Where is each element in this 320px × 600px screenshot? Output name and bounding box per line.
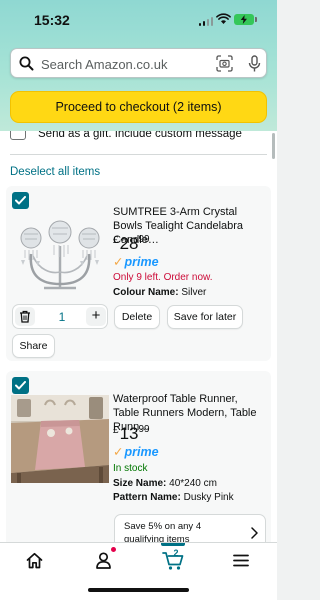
camera-scan-icon[interactable] (216, 55, 233, 72)
save-for-later-button[interactable]: Save for later (167, 305, 243, 329)
promo-text: Save 5% on any 4 qualifying items (124, 521, 202, 542)
microphone-icon[interactable] (248, 55, 261, 73)
deselect-all-link[interactable]: Deselect all items (10, 166, 100, 178)
wifi-icon (216, 13, 231, 24)
checkmark-icon (15, 381, 26, 390)
account-icon (96, 552, 111, 569)
product-image-candelabra[interactable] (11, 214, 109, 302)
status-time: 15:32 (34, 12, 70, 28)
cart-icon (162, 552, 184, 570)
delete-button[interactable]: Delete (114, 305, 160, 329)
product-image-table-runner[interactable] (11, 395, 109, 483)
battery-icon (234, 14, 257, 25)
notification-dot (111, 547, 116, 552)
menu-icon (233, 554, 249, 567)
tab-menu[interactable] (207, 543, 276, 581)
search-input[interactable] (41, 55, 211, 73)
stock-status: Only 9 left. Order now. (113, 272, 213, 283)
search-bar[interactable] (10, 48, 267, 78)
home-indicator[interactable] (88, 588, 189, 592)
signal-icon (199, 16, 213, 26)
delete-item-button[interactable] (15, 307, 35, 326)
prime-badge: ✓prime (113, 255, 159, 269)
gift-option[interactable]: Send as a gift. Include custom message (10, 131, 260, 147)
increase-quantity-button[interactable]: + (86, 307, 106, 326)
active-tab-indicator (161, 543, 185, 546)
item-checkbox[interactable] (12, 192, 29, 209)
product-attribute: Size Name: 40*240 cm (113, 478, 217, 489)
prime-badge: ✓prime (113, 445, 159, 459)
gift-checkbox[interactable] (10, 131, 26, 140)
trash-icon (20, 310, 30, 323)
prime-check-icon: ✓ (113, 255, 124, 269)
search-icon (19, 56, 34, 71)
product-price: £2899 (113, 234, 150, 253)
gift-label: Send as a gift. Include custom message (38, 131, 242, 140)
product-price: £1399 (113, 424, 150, 443)
share-button[interactable]: Share (12, 334, 55, 358)
quantity-value: 1 (58, 310, 66, 324)
tab-home[interactable] (0, 543, 69, 581)
product-attribute: Pattern Name: Dusky Pink (113, 492, 234, 503)
checkmark-icon (15, 196, 26, 205)
chevron-right-icon (251, 527, 258, 539)
cart-content: Send as a gift. Include custom message D… (0, 131, 277, 542)
app-header: 15:32 Proceed to checkout (2 it (0, 0, 277, 131)
promo-offer-button[interactable]: Save 5% on any 4 qualifying items (114, 514, 266, 542)
prime-check-icon: ✓ (113, 445, 124, 459)
cart-item: SUMTREE 3-Arm Crystal Bowls Tealight Can… (6, 186, 271, 361)
status-bar: 15:32 (0, 0, 277, 40)
quantity-stepper: 1 + (12, 304, 108, 329)
product-attribute: Colour Name: Silver (113, 287, 207, 298)
stock-status: In stock (113, 463, 148, 474)
item-checkbox[interactable] (12, 377, 29, 394)
home-icon (26, 552, 43, 569)
tab-account[interactable] (69, 543, 138, 581)
tab-cart[interactable]: 2 (138, 543, 207, 581)
cart-item: Waterproof Table Runner, Table Runners M… (6, 371, 271, 542)
scrollbar[interactable] (272, 133, 275, 159)
divider (10, 154, 267, 155)
proceed-to-checkout-button[interactable]: Proceed to checkout (2 items) (10, 91, 267, 123)
